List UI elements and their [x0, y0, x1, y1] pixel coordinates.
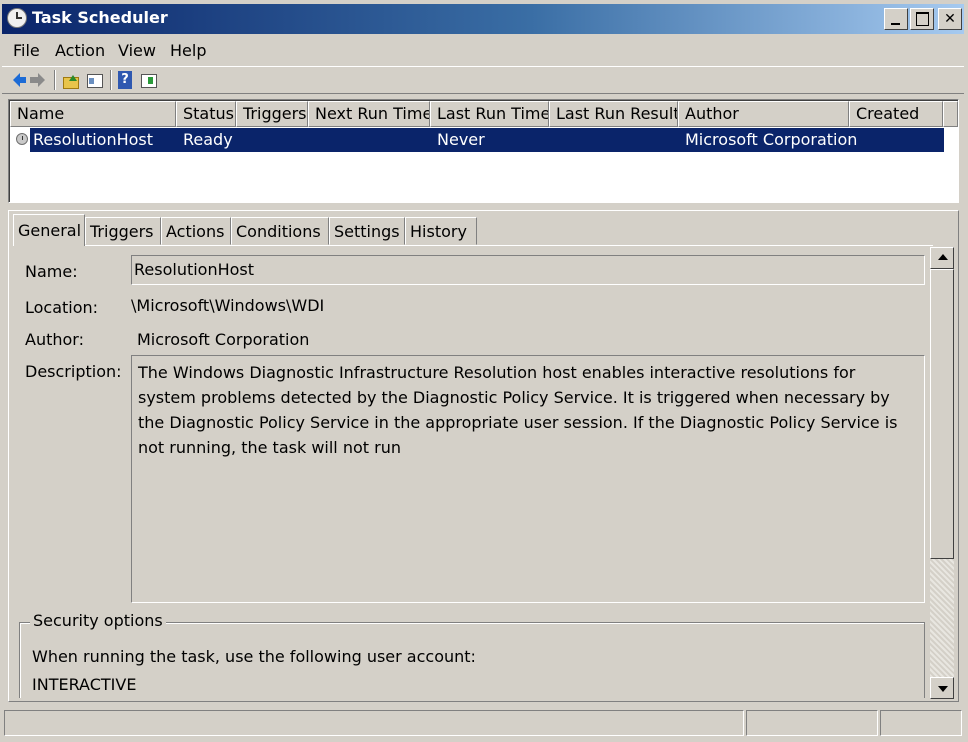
- task-clock-icon: [16, 133, 28, 145]
- column-header-triggers[interactable]: Triggers: [236, 101, 308, 127]
- tab-actions[interactable]: Actions: [161, 217, 231, 245]
- tab-general[interactable]: General: [13, 214, 85, 246]
- column-header-status[interactable]: Status: [176, 101, 236, 127]
- user-account-text: When running the task, use the following…: [32, 647, 476, 666]
- table-row[interactable]: ResolutionHost Ready Never Microsoft Cor…: [10, 128, 944, 152]
- menu-view[interactable]: View: [118, 41, 156, 60]
- help-icon[interactable]: ?: [118, 71, 132, 89]
- details-scrollbar[interactable]: [930, 247, 954, 699]
- column-header-last-run-result[interactable]: Last Run Result: [549, 101, 678, 127]
- cell-status: Ready: [183, 130, 233, 149]
- author-value: Microsoft Corporation: [137, 330, 310, 349]
- properties-icon[interactable]: [140, 71, 158, 89]
- menu-file[interactable]: File: [13, 41, 40, 60]
- toolbar-separator: [110, 70, 112, 90]
- menu-action[interactable]: Action: [55, 41, 105, 60]
- description-label: Description:: [25, 362, 122, 381]
- menu-bar: File Action View Help: [2, 36, 964, 64]
- name-label: Name:: [25, 262, 78, 281]
- column-header-created[interactable]: Created: [849, 101, 943, 127]
- location-value: \Microsoft\Windows\WDI: [131, 296, 325, 315]
- security-options-group: Security options When running the task, …: [19, 611, 925, 698]
- tab-settings[interactable]: Settings: [329, 217, 405, 245]
- tab-history[interactable]: History: [405, 217, 477, 245]
- tab-conditions[interactable]: Conditions: [231, 217, 329, 245]
- maximize-button[interactable]: [910, 8, 934, 30]
- scroll-thumb[interactable]: [930, 269, 954, 559]
- minimize-button[interactable]: [884, 8, 908, 30]
- column-header-filler: [943, 101, 958, 127]
- close-button[interactable]: ✕: [938, 8, 962, 30]
- name-field[interactable]: ResolutionHost: [131, 255, 925, 285]
- user-account-value: INTERACTIVE: [32, 675, 137, 694]
- scroll-up-button[interactable]: [930, 247, 954, 269]
- toolbar-separator: [54, 70, 56, 90]
- column-header-name[interactable]: Name: [10, 101, 176, 127]
- status-bar: [2, 708, 964, 738]
- description-field[interactable]: The Windows Diagnostic Infrastructure Re…: [131, 355, 925, 603]
- author-label: Author:: [25, 330, 84, 349]
- status-pane-main: [4, 710, 744, 736]
- scroll-down-button[interactable]: [930, 677, 954, 699]
- task-scheduler-window: Task Scheduler ✕ File Action View Help ?…: [0, 0, 968, 742]
- cell-name: ResolutionHost: [33, 130, 154, 149]
- back-arrow-icon[interactable]: [8, 71, 26, 89]
- cell-author: Microsoft Corporation: [685, 130, 858, 149]
- title-bar[interactable]: Task Scheduler ✕: [2, 4, 964, 34]
- close-icon: ✕: [944, 11, 956, 27]
- toolbar: ?: [2, 66, 964, 94]
- column-header-next-run-time[interactable]: Next Run Time: [308, 101, 430, 127]
- security-options-title: Security options: [30, 611, 166, 630]
- column-header-last-run-time[interactable]: Last Run Time: [430, 101, 549, 127]
- general-tab-content: Name: ResolutionHost Location: \Microsof…: [15, 245, 933, 698]
- task-details-panel: General Triggers Actions Conditions Sett…: [8, 210, 959, 702]
- cell-last-run-time: Never: [437, 130, 485, 149]
- task-list: Name Status Triggers Next Run Time Last …: [8, 99, 959, 203]
- column-header-author[interactable]: Author: [678, 101, 849, 127]
- status-pane-2: [746, 710, 878, 736]
- show-tree-icon[interactable]: [86, 71, 104, 89]
- clock-icon: [7, 8, 27, 28]
- tab-triggers[interactable]: Triggers: [85, 217, 161, 245]
- folder-up-icon[interactable]: [62, 71, 80, 89]
- menu-help[interactable]: Help: [170, 41, 206, 60]
- forward-arrow-icon[interactable]: [30, 71, 48, 89]
- window-title: Task Scheduler: [32, 8, 168, 27]
- location-label: Location:: [25, 298, 99, 317]
- status-pane-3: [880, 710, 962, 736]
